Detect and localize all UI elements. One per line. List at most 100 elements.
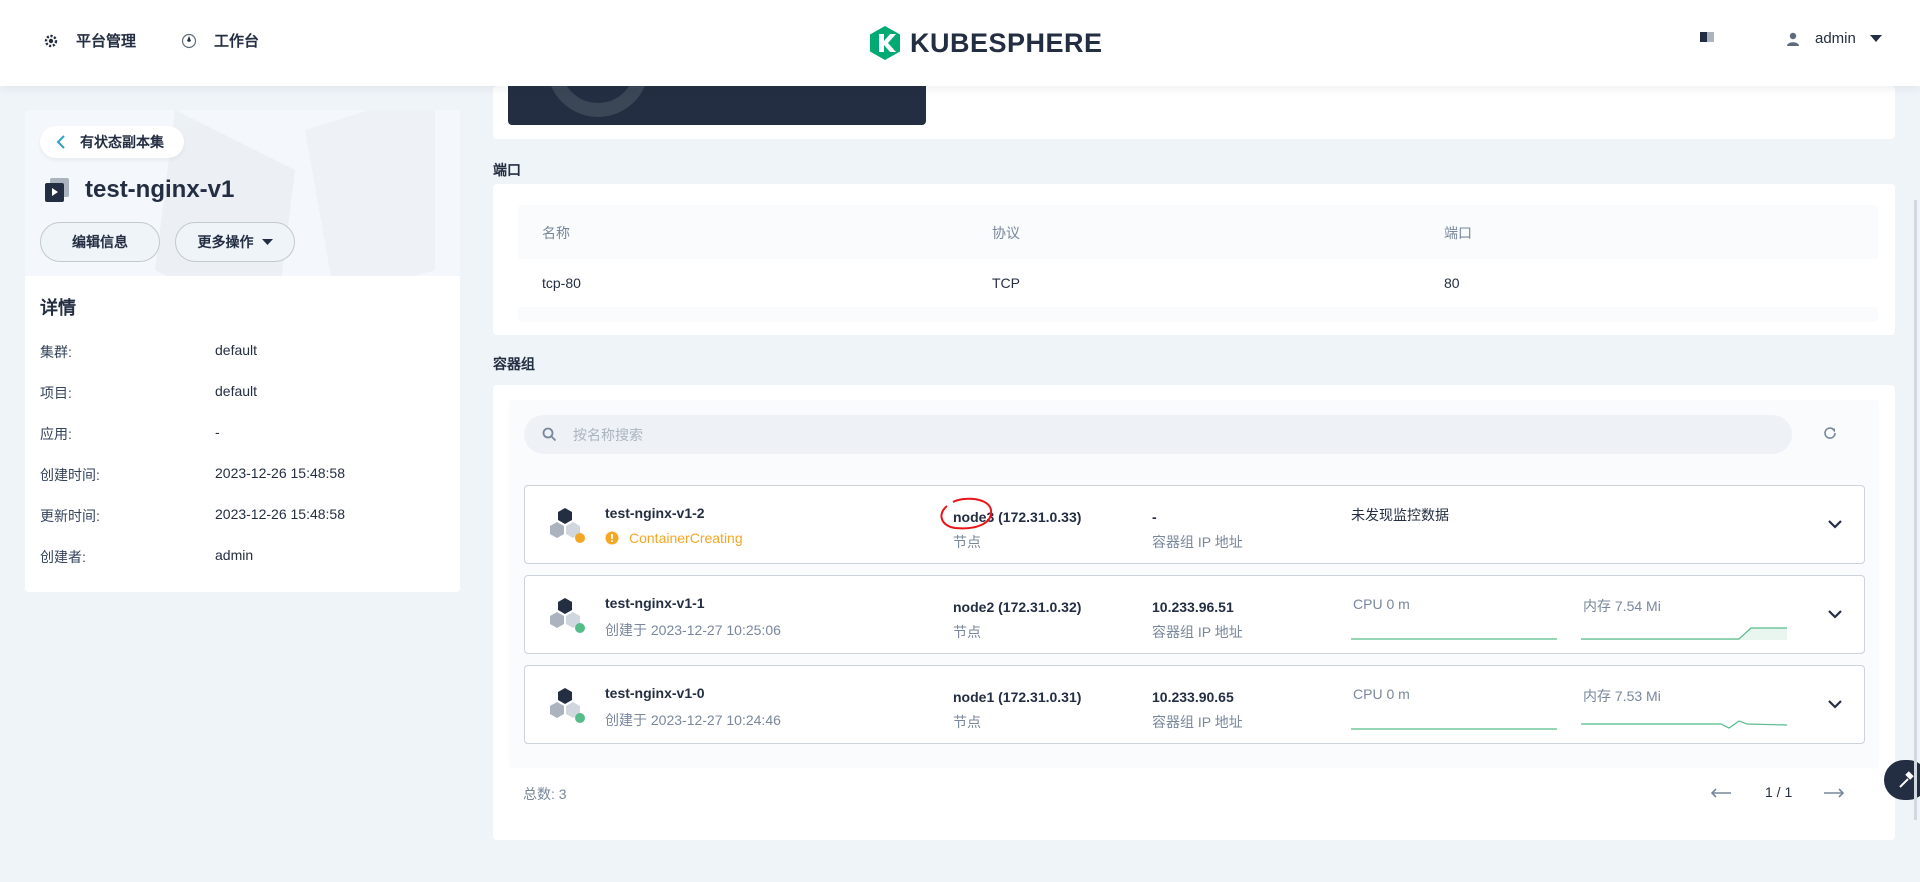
memory-sparkline bbox=[1581, 720, 1787, 729]
pod-node[interactable]: node1 (172.31.0.31) bbox=[953, 689, 1081, 705]
status-ring-graphic bbox=[551, 86, 645, 117]
pod-memory: 内存 7.54 Mi bbox=[1583, 598, 1661, 614]
top-header: 平台管理 工作台 KUBESPHERE admin bbox=[0, 0, 1920, 86]
user-menu[interactable]: admin bbox=[1785, 30, 1882, 47]
workload-summary-card: 有状态副本集 test-nginx-v1 编辑信息 更多操作 bbox=[25, 110, 460, 276]
pod-icon bbox=[550, 508, 585, 543]
node-ip: (172.31.0.32) bbox=[998, 599, 1082, 615]
chevron-down-icon[interactable] bbox=[1827, 519, 1843, 529]
nav-platform-management[interactable]: 平台管理 bbox=[42, 30, 136, 51]
back-button[interactable]: 有状态副本集 bbox=[40, 126, 184, 158]
user-name: admin bbox=[1815, 30, 1856, 47]
pod-status: ContainerCreating bbox=[605, 530, 743, 546]
chevron-down-icon[interactable] bbox=[1827, 699, 1843, 709]
pod-search-input[interactable] bbox=[573, 426, 1673, 443]
statefulset-icon bbox=[45, 178, 69, 202]
pod-name[interactable]: test-nginx-v1-0 bbox=[605, 685, 705, 701]
ports-section-title: 端口 bbox=[493, 162, 521, 178]
detail-row-cluster: 集群: default bbox=[40, 342, 257, 362]
node-name: node2 bbox=[953, 599, 995, 615]
ports-header-name: 名称 bbox=[542, 225, 570, 241]
node-name: node1 bbox=[953, 689, 995, 705]
hammer-icon bbox=[1899, 771, 1914, 788]
detail-value: default bbox=[215, 342, 258, 358]
pod-ip-label: 容器组 IP 地址 bbox=[1152, 714, 1243, 730]
detail-row-creator: 创建者: admin bbox=[40, 547, 253, 567]
chevron-down-icon[interactable] bbox=[1827, 609, 1843, 619]
ports-table: 名称 协议 端口 tcp-80 TCP 80 bbox=[518, 205, 1878, 322]
detail-key: 更新时间: bbox=[40, 508, 100, 524]
pod-node[interactable]: node2 (172.31.0.32) bbox=[953, 599, 1081, 615]
detail-value: - bbox=[215, 424, 220, 440]
nav-platform-label: 平台管理 bbox=[76, 33, 137, 50]
kubesphere-logo-icon bbox=[870, 26, 900, 60]
pod-row[interactable]: test-nginx-v1-1 创建于 2023-12-27 10:25:06 … bbox=[524, 575, 1865, 654]
arrow-left-icon[interactable] bbox=[1710, 788, 1732, 798]
pod-row[interactable]: test-nginx-v1-2 ContainerCreating node3 … bbox=[524, 485, 1865, 564]
detail-value: admin bbox=[215, 547, 254, 563]
caret-down-icon bbox=[261, 238, 273, 245]
pods-total: 总数: 3 bbox=[523, 786, 567, 802]
pod-memory: 内存 7.53 Mi bbox=[1583, 688, 1661, 704]
pod-created: 创建于 2023-12-27 10:24:46 bbox=[605, 712, 781, 728]
node-ip: (172.31.0.33) bbox=[998, 509, 1082, 525]
page-indicator: 1 / 1 bbox=[1765, 784, 1793, 800]
detail-value: default bbox=[215, 383, 258, 399]
no-monitoring-data: 未发现监控数据 bbox=[1351, 507, 1449, 523]
details-card: 详情 集群: default 项目: default 应用: - 创建时间: 2… bbox=[25, 276, 460, 592]
pod-name[interactable]: test-nginx-v1-2 bbox=[605, 505, 705, 521]
pod-status-text: ContainerCreating bbox=[629, 530, 743, 546]
pod-ip-label: 容器组 IP 地址 bbox=[1152, 534, 1243, 550]
page-title: test-nginx-v1 bbox=[85, 176, 235, 203]
pod-ip: 10.233.90.65 bbox=[1152, 689, 1234, 705]
port-protocol: TCP bbox=[992, 275, 1020, 291]
pod-icon bbox=[550, 688, 585, 723]
pod-row[interactable]: test-nginx-v1-0 创建于 2023-12-27 10:24:46 … bbox=[524, 665, 1865, 744]
node-ip: (172.31.0.31) bbox=[998, 689, 1082, 705]
pod-node-label: 节点 bbox=[953, 534, 981, 550]
pod-created: 创建于 2023-12-27 10:25:06 bbox=[605, 622, 781, 638]
annotation-circle bbox=[940, 497, 993, 530]
memory-sparkline bbox=[1581, 627, 1787, 640]
refresh-icon[interactable] bbox=[1822, 425, 1838, 441]
pod-ip: 10.233.96.51 bbox=[1152, 599, 1234, 615]
table-row: tcp-80 TCP 80 bbox=[518, 259, 1878, 307]
pod-search-box[interactable] bbox=[524, 415, 1792, 454]
detail-value: 2023-12-26 15:48:58 bbox=[215, 506, 345, 522]
pod-cpu: CPU 0 m bbox=[1353, 686, 1410, 702]
arrow-right-icon[interactable] bbox=[1823, 788, 1845, 798]
edit-info-label: 编辑信息 bbox=[72, 234, 128, 250]
port-name: tcp-80 bbox=[542, 275, 581, 291]
pod-node-label: 节点 bbox=[953, 714, 981, 730]
pods-list-area: test-nginx-v1-2 ContainerCreating node3 … bbox=[509, 400, 1879, 802]
cpu-sparkline bbox=[1351, 728, 1557, 730]
book-icon bbox=[1700, 32, 1714, 42]
compass-icon bbox=[180, 32, 198, 50]
more-actions-button[interactable]: 更多操作 bbox=[175, 222, 295, 262]
detail-key: 创建时间: bbox=[40, 467, 100, 483]
search-icon bbox=[542, 427, 557, 442]
detail-row-project: 项目: default bbox=[40, 383, 257, 403]
back-label: 有状态副本集 bbox=[80, 134, 164, 150]
status-graphic-panel bbox=[508, 86, 926, 125]
pods-section-title: 容器组 bbox=[493, 356, 535, 372]
pod-cpu: CPU 0 m bbox=[1353, 596, 1410, 612]
detail-row-updated: 更新时间: 2023-12-26 15:48:58 bbox=[40, 506, 345, 526]
edit-info-button[interactable]: 编辑信息 bbox=[40, 222, 160, 262]
pod-name[interactable]: test-nginx-v1-1 bbox=[605, 595, 705, 611]
chevron-left-icon bbox=[56, 135, 65, 149]
detail-value: 2023-12-26 15:48:58 bbox=[215, 465, 345, 481]
warning-icon bbox=[605, 531, 619, 545]
detail-row-app: 应用: - bbox=[40, 424, 220, 444]
nav-workbench-label: 工作台 bbox=[214, 33, 260, 50]
caret-down-icon bbox=[1869, 34, 1882, 42]
logo-text: KUBESPHERE bbox=[910, 27, 1103, 58]
layout-toggle[interactable] bbox=[1699, 30, 1715, 44]
pod-node-label: 节点 bbox=[953, 624, 981, 640]
resource-status-card bbox=[493, 86, 1895, 139]
kubesphere-logo[interactable]: KUBESPHERE bbox=[868, 25, 1103, 61]
user-icon bbox=[1787, 32, 1799, 46]
ports-header-port: 端口 bbox=[1444, 225, 1472, 241]
nav-workbench[interactable]: 工作台 bbox=[180, 30, 259, 51]
page-scrollbar[interactable] bbox=[1914, 200, 1917, 820]
